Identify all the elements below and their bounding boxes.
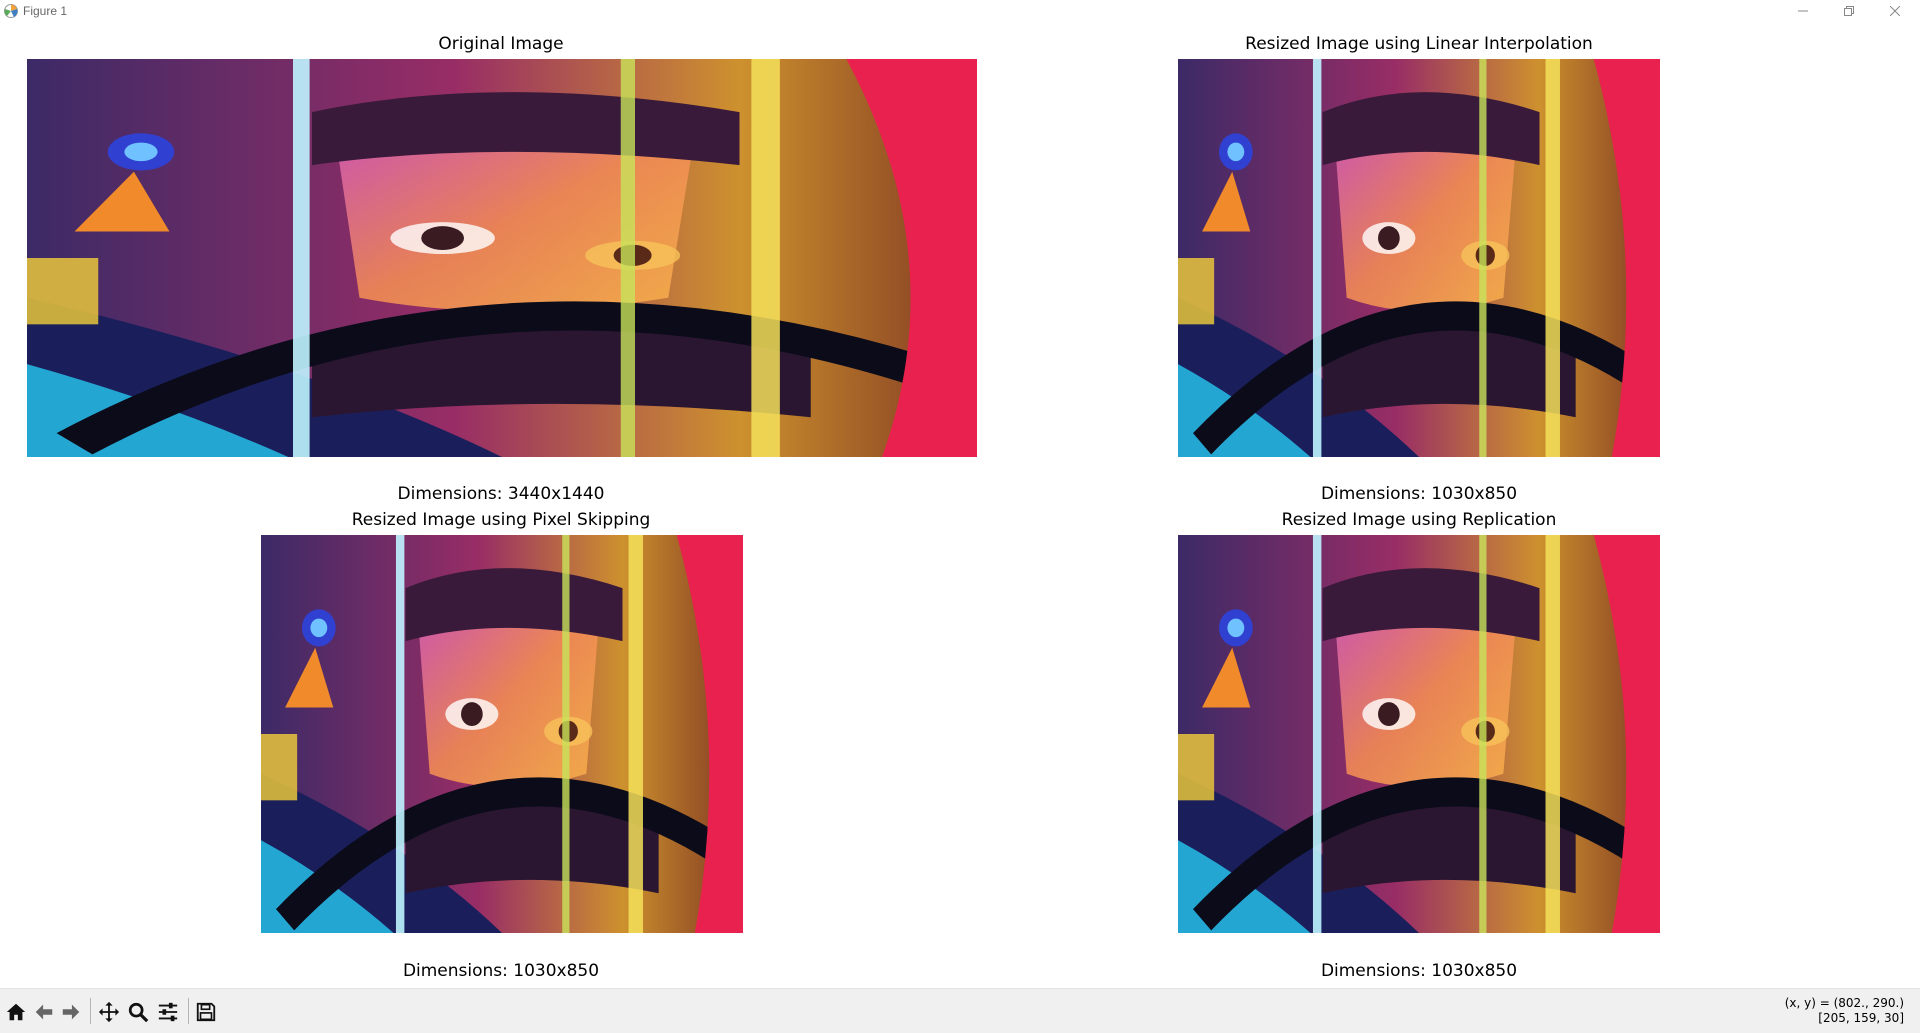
- forward-button[interactable]: [58, 999, 84, 1025]
- configure-subplots-icon: [158, 1002, 178, 1022]
- forward-icon: [62, 1004, 80, 1020]
- back-button[interactable]: [31, 999, 57, 1025]
- toolbar-separator: [90, 998, 91, 1024]
- restore-button[interactable]: [1826, 0, 1872, 22]
- image-linear-interpolation[interactable]: [1178, 59, 1660, 457]
- minimize-icon: [1798, 10, 1808, 12]
- image-replication[interactable]: [1178, 535, 1660, 933]
- window-title: Figure 1: [23, 4, 68, 18]
- helmet-artwork-image: [1178, 59, 1660, 457]
- helmet-artwork-image: [1178, 535, 1660, 933]
- zoom-button[interactable]: [125, 999, 151, 1025]
- back-icon: [35, 1004, 53, 1020]
- configure-subplots-button[interactable]: [155, 999, 181, 1025]
- cursor-coordinates: (x, y) = (802., 290.) [205, 159, 30]: [1785, 996, 1904, 1026]
- navigation-toolbar: (x, y) = (802., 290.) [205, 159, 30]: [0, 988, 1920, 1033]
- cursor-xy-readout: (x, y) = (802., 290.): [1784, 996, 1904, 1010]
- save-icon: [196, 1002, 216, 1022]
- dimensions-label-replication: Dimensions: 1030x850: [1320, 961, 1518, 981]
- cursor-rgb-readout: [205, 159, 30]: [1818, 1011, 1904, 1025]
- home-button[interactable]: [3, 999, 29, 1025]
- close-button[interactable]: [1872, 0, 1918, 22]
- dimensions-label-linear: Dimensions: 1030x850: [1320, 484, 1518, 504]
- save-button[interactable]: [193, 999, 219, 1025]
- restore-icon: [1844, 6, 1854, 16]
- figure-canvas[interactable]: Original Image Dimensions: 3440x1440 Res…: [0, 22, 1920, 988]
- pan-button[interactable]: [96, 999, 122, 1025]
- title-bar: Figure 1: [0, 0, 1920, 22]
- zoom-icon: [128, 1002, 149, 1023]
- close-icon: [1890, 6, 1900, 16]
- subplot-title-linear: Resized Image using Linear Interpolation: [1245, 34, 1593, 54]
- dimensions-label-original: Dimensions: 3440x1440: [397, 484, 605, 504]
- minimize-button[interactable]: [1780, 0, 1826, 22]
- subplot-title-pixel-skipping: Resized Image using Pixel Skipping: [351, 510, 651, 530]
- subplot-title-replication: Resized Image using Replication: [1281, 510, 1557, 530]
- matplotlib-app-icon: [4, 4, 18, 18]
- home-icon: [6, 1003, 26, 1021]
- image-pixel-skipping[interactable]: [261, 535, 743, 933]
- subplot-title-original: Original Image: [438, 34, 564, 54]
- toolbar-separator: [188, 998, 189, 1024]
- pan-icon: [98, 1001, 120, 1023]
- helmet-artwork-image: [27, 59, 977, 457]
- image-original[interactable]: [27, 59, 977, 457]
- helmet-artwork-image: [261, 535, 743, 933]
- dimensions-label-pixel-skipping: Dimensions: 1030x850: [402, 961, 600, 981]
- figure-window: Figure 1 Original Image Dimensions: 3440…: [0, 0, 1920, 1033]
